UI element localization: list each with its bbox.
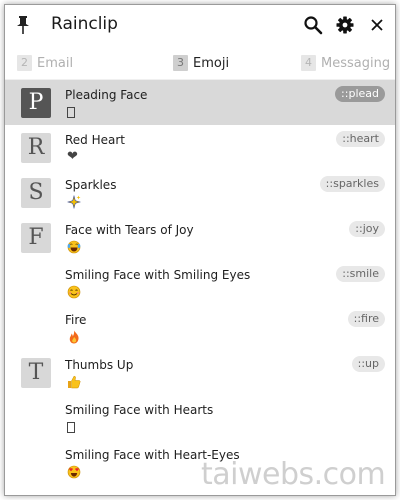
item-name: Smiling Face with Hearts bbox=[65, 403, 214, 417]
tab-label: Emoji bbox=[193, 55, 230, 71]
tab-bar: 2 Email 3 Emoji 4 Messaging bbox=[5, 49, 395, 80]
list-item[interactable]: Smiling Face with Smiling Eyes ::smile bbox=[5, 260, 395, 305]
item-name: Pleading Face bbox=[65, 88, 148, 102]
shortcode-badge: ::joy bbox=[349, 221, 385, 237]
group-letter: T bbox=[21, 358, 51, 388]
shortcode-badge: ::fire bbox=[347, 311, 385, 327]
sparkles-icon bbox=[67, 195, 81, 209]
shortcode-badge: ::heart bbox=[336, 131, 385, 147]
group-letter: P bbox=[21, 88, 51, 118]
list-item[interactable]: T Thumbs Up ::up bbox=[5, 350, 395, 395]
item-name: Red Heart bbox=[65, 133, 126, 147]
group-letter: S bbox=[21, 178, 51, 208]
item-name: Sparkles bbox=[65, 178, 117, 192]
title-bar: Rainclip bbox=[5, 5, 395, 45]
smiling-face-icon bbox=[67, 285, 81, 299]
rainclip-window: Rainclip 2 Email 3 Emoji 4 Messaging P P… bbox=[4, 4, 396, 496]
heart-icon: ❤ bbox=[67, 149, 78, 164]
tab-messaging[interactable]: 4 Messaging bbox=[301, 53, 390, 73]
tab-number: 2 bbox=[17, 55, 32, 71]
item-name: Smiling Face with Heart-Eyes bbox=[65, 448, 240, 462]
shortcode-badge: ::smile bbox=[336, 266, 385, 282]
list-item[interactable]: R Red Heart ❤ ::heart bbox=[5, 125, 395, 170]
shortcode-badge: ::up bbox=[351, 356, 385, 372]
group-letter: F bbox=[21, 223, 51, 253]
item-name: Smiling Face with Smiling Eyes bbox=[65, 268, 251, 282]
missing-glyph-icon bbox=[67, 107, 75, 118]
list-item[interactable]: S Sparkles ::sparkles bbox=[5, 170, 395, 215]
tab-email[interactable]: 2 Email bbox=[17, 53, 73, 73]
group-letter: R bbox=[21, 133, 51, 163]
shortcode-badge: ::plead bbox=[335, 86, 385, 102]
list-item[interactable]: P Pleading Face ::plead bbox=[5, 80, 395, 125]
thumbs-up-icon bbox=[68, 375, 81, 389]
search-icon[interactable] bbox=[303, 15, 323, 35]
item-name: Fire bbox=[65, 313, 87, 327]
tab-number: 3 bbox=[173, 55, 188, 71]
app-title: Rainclip bbox=[51, 14, 118, 34]
fire-icon bbox=[69, 330, 79, 344]
gear-icon[interactable] bbox=[335, 15, 355, 35]
missing-glyph-icon bbox=[67, 422, 75, 433]
tab-emoji[interactable]: 3 Emoji bbox=[173, 53, 229, 73]
tab-label: Email bbox=[37, 55, 74, 71]
list-item[interactable]: Fire ::fire bbox=[5, 305, 395, 350]
close-icon[interactable] bbox=[367, 15, 387, 35]
pin-icon[interactable] bbox=[15, 15, 31, 35]
tab-label: Messaging bbox=[321, 55, 391, 71]
tab-number: 4 bbox=[301, 55, 316, 71]
item-name: Face with Tears of Joy bbox=[65, 223, 194, 237]
list-item[interactable]: Smiling Face with Hearts bbox=[5, 395, 395, 440]
list-item[interactable]: F Face with Tears of Joy ::joy bbox=[5, 215, 395, 260]
item-name: Thumbs Up bbox=[65, 358, 134, 372]
heart-eyes-icon bbox=[67, 465, 81, 479]
tears-of-joy-icon bbox=[67, 240, 81, 254]
list-item[interactable]: Smiling Face with Heart-Eyes bbox=[5, 440, 395, 485]
shortcode-badge: ::sparkles bbox=[319, 176, 385, 192]
